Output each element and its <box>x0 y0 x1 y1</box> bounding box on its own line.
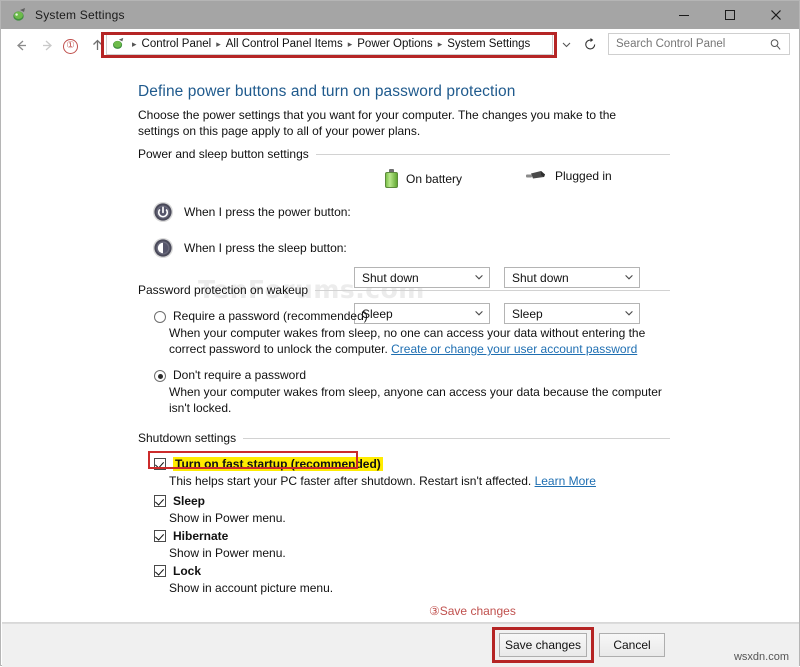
shutdown-section-header-label: Shutdown settings <box>138 431 243 445</box>
checkbox-icon <box>154 458 166 470</box>
label-sleep-button: When I press the sleep button: <box>184 241 376 255</box>
battery-icon <box>385 169 398 188</box>
screenshot-root: System Settings <box>0 0 800 666</box>
annotation-step-1-number: ① <box>63 37 79 54</box>
chevron-down-icon <box>624 308 634 320</box>
site-watermark: wsxdn.com <box>734 651 789 663</box>
link-learn-more[interactable]: Learn More <box>535 474 596 488</box>
description-require-password: When your computer wakes from sleep, no … <box>169 325 669 357</box>
checkbox-label-sleep: Sleep <box>173 494 205 508</box>
settings-content: TenForums.com Define power buttons and t… <box>2 61 799 595</box>
password-section-header-label: Password protection on wakeup <box>138 283 315 297</box>
address-bar[interactable]: ▸ Control Panel ▸ All Control Panel Item… <box>106 33 553 55</box>
search-placeholder: Search Control Panel <box>616 38 725 50</box>
search-icon <box>769 38 782 54</box>
power-section-header-label: Power and sleep button settings <box>138 147 316 161</box>
description-fast-startup: This helps start your PC faster after sh… <box>169 474 596 488</box>
cancel-button[interactable]: Cancel <box>599 633 665 657</box>
checkbox-icon <box>154 530 166 542</box>
checkbox-label-hibernate: Hibernate <box>173 529 228 543</box>
breadcrumb-separator-icon: ▸ <box>216 39 221 50</box>
checkbox-sleep[interactable]: Sleep <box>154 494 205 508</box>
sleep-button-icon <box>152 237 174 259</box>
dropdown-value: Shut down <box>362 272 419 284</box>
radio-label-dont-require-password: Don't require a password <box>173 368 306 382</box>
checkbox-label-fast-startup: Turn on fast startup (recommended) <box>173 457 383 471</box>
forward-arrow-icon[interactable] <box>38 36 56 54</box>
dropdown-value: Sleep <box>512 308 543 320</box>
radio-label-require-password: Require a password (recommended) <box>173 309 368 323</box>
chevron-down-icon <box>624 272 634 284</box>
checkbox-icon <box>154 565 166 577</box>
breadcrumb-item-control-panel[interactable]: Control Panel <box>142 38 212 50</box>
title-bar: System Settings <box>1 1 799 29</box>
window-controls <box>661 1 799 29</box>
section-divider <box>316 154 670 155</box>
breadcrumb-separator-icon: ▸ <box>438 39 443 50</box>
footer-bar: Save changes Cancel wsxdn.com <box>2 623 799 667</box>
checkbox-hibernate[interactable]: Hibernate <box>154 529 228 543</box>
dropdown-sleep-button-on-battery[interactable]: Sleep <box>354 303 490 324</box>
power-section-header: Power and sleep button settings <box>138 147 670 161</box>
breadcrumb-item-all-control-panel-items[interactable]: All Control Panel Items <box>226 38 343 50</box>
column-label-plugged-in: Plugged in <box>555 169 612 183</box>
breadcrumb-item-power-options[interactable]: Power Options <box>357 38 432 50</box>
radio-dont-require-password[interactable]: Don't require a password <box>154 368 306 382</box>
row-power-button: When I press the power button: <box>152 201 376 223</box>
shutdown-section-header: Shutdown settings <box>138 431 670 445</box>
page-intro-text: Choose the power settings that you want … <box>138 107 658 139</box>
label-power-button: When I press the power button: <box>184 205 376 219</box>
radio-button-icon <box>154 370 166 382</box>
row-sleep-button: When I press the sleep button: <box>152 237 376 259</box>
up-arrow-icon[interactable] <box>88 36 106 54</box>
chevron-down-icon <box>474 308 484 320</box>
system-settings-icon <box>11 7 27 23</box>
breadcrumb-separator-icon: ▸ <box>348 39 353 50</box>
address-history-dropdown-icon[interactable] <box>555 33 577 55</box>
password-section-header: Password protection on wakeup <box>138 283 670 297</box>
description-lock: Show in account picture menu. <box>169 581 333 595</box>
power-button-icon <box>152 201 174 223</box>
section-divider <box>315 290 670 291</box>
breadcrumb-item-system-settings[interactable]: System Settings <box>447 38 530 50</box>
breadcrumb-separator-icon: ▸ <box>132 39 137 50</box>
step-1-circle: ① <box>63 39 78 54</box>
annotation-step-3-text: ③Save changes <box>429 604 516 618</box>
refresh-icon[interactable] <box>578 33 602 55</box>
radio-require-password[interactable]: Require a password (recommended) <box>154 309 368 323</box>
section-divider <box>243 438 670 439</box>
link-create-change-password[interactable]: Create or change your user account passw… <box>391 342 637 356</box>
page-title: Define power buttons and turn on passwor… <box>138 83 515 101</box>
power-plug-icon <box>525 169 547 183</box>
column-label-on-battery: On battery <box>406 172 462 186</box>
dropdown-sleep-button-plugged-in[interactable]: Sleep <box>504 303 640 324</box>
description-dont-require-password: When your computer wakes from sleep, any… <box>169 384 669 416</box>
column-header-on-battery: On battery <box>385 169 462 188</box>
maximize-button[interactable] <box>707 1 753 29</box>
back-arrow-icon[interactable] <box>12 36 30 54</box>
address-bar-icon <box>111 37 125 51</box>
window-title: System Settings <box>35 8 125 22</box>
checkbox-lock[interactable]: Lock <box>154 564 201 578</box>
dropdown-value: Shut down <box>512 272 569 284</box>
system-settings-window: System Settings <box>0 0 800 666</box>
minimize-button[interactable] <box>661 1 707 29</box>
navigation-bar: ▸ Control Panel ▸ All Control Panel Item… <box>2 29 799 61</box>
chevron-down-icon <box>474 272 484 284</box>
description-text: This helps start your PC faster after sh… <box>169 474 535 488</box>
radio-button-icon <box>154 311 166 323</box>
checkbox-icon <box>154 495 166 507</box>
save-changes-button[interactable]: Save changes <box>499 633 587 657</box>
checkbox-label-lock: Lock <box>173 564 201 578</box>
description-sleep: Show in Power menu. <box>169 511 286 525</box>
description-hibernate: Show in Power menu. <box>169 546 286 560</box>
search-input[interactable]: Search Control Panel <box>608 33 790 55</box>
close-button[interactable] <box>753 1 799 29</box>
column-header-plugged-in: Plugged in <box>525 169 612 183</box>
checkbox-turn-on-fast-startup[interactable]: Turn on fast startup (recommended) <box>154 457 383 471</box>
